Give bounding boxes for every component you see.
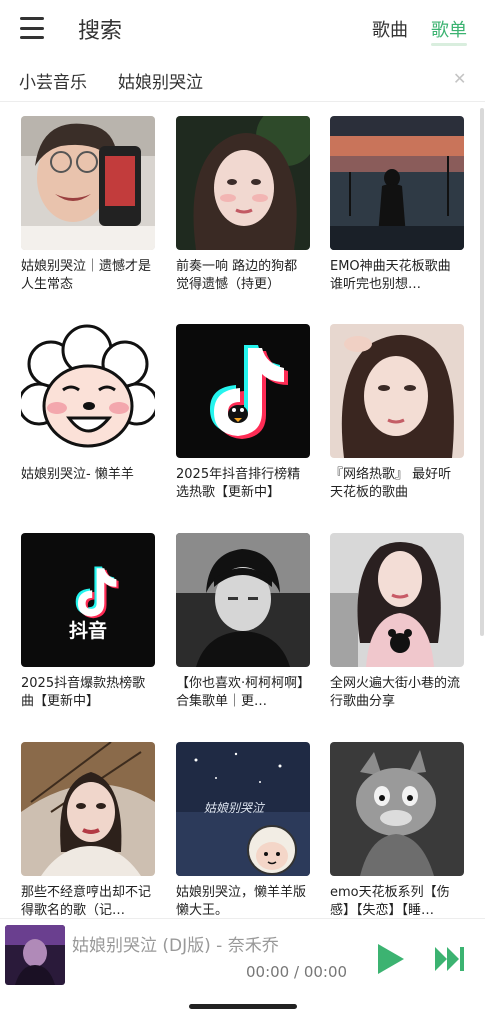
playlist-title: 前奏一响 路边的狗都觉得遗憾（持更）: [176, 259, 298, 292]
tab-songs[interactable]: 歌曲: [372, 16, 408, 42]
playlist-card[interactable]: 姑娘别哭泣｜遗憾才是人生常态: [21, 116, 155, 294]
playlist-cover: [21, 324, 155, 458]
playlist-card[interactable]: 姑娘别哭泣- 懒羊羊: [21, 324, 155, 502]
now-playing-title: 姑娘别哭泣 (DJ版) - 奈禾乔: [72, 936, 279, 956]
playlist-card[interactable]: 抖音 2025抖音爆款热榜歌曲【更新中】: [21, 533, 155, 711]
scrollbar[interactable]: [480, 108, 484, 636]
play-icon[interactable]: [376, 942, 406, 976]
playlist-card[interactable]: 全网火遍大街小巷的流行歌曲分享: [330, 533, 464, 711]
playlist-cover: [330, 324, 464, 458]
playlist-title: 『网络热歌』 最好听天花板的歌曲: [330, 467, 452, 500]
search-source-label[interactable]: 小芸音乐: [19, 68, 87, 93]
playlist-title: EMO神曲天花板歌曲 谁听完也别想…: [330, 259, 451, 292]
playlist-title: 姑娘别哭泣- 懒羊羊: [21, 467, 134, 482]
cover-text: 姑娘别哭泣: [204, 801, 266, 815]
next-track-icon[interactable]: [433, 945, 467, 973]
playlist-title: 全网火遍大街小巷的流行歌曲分享: [330, 676, 461, 709]
tab-playlists[interactable]: 歌单: [431, 16, 467, 42]
playlist-cover: [21, 742, 155, 876]
playlist-title: emo天花板系列【伤感】【失恋】【睡…: [330, 885, 450, 918]
playlist-title: 那些不经意哼出却不记得歌名的歌（记…: [21, 885, 152, 918]
playlist-cover: [330, 116, 464, 250]
menu-icon[interactable]: [20, 17, 44, 39]
playlist-title: 2025年抖音排行榜精选热歌【更新中】: [176, 467, 301, 500]
playlist-cover: [176, 324, 310, 458]
playlist-card[interactable]: EMO神曲天花板歌曲 谁听完也别想…: [330, 116, 464, 294]
cover-text: 抖音: [69, 619, 107, 642]
playlist-card[interactable]: 那些不经意哼出却不记得歌名的歌（记…: [21, 742, 155, 920]
playlist-cover: [21, 116, 155, 250]
playlist-card[interactable]: 2025年抖音排行榜精选热歌【更新中】: [176, 324, 310, 502]
active-tab-indicator: [431, 43, 467, 46]
playlist-cover: [330, 742, 464, 876]
search-bar: 小芸音乐 姑娘别哭泣 ✕: [0, 56, 485, 102]
playlist-card[interactable]: 姑娘别哭泣 姑娘别哭泣，懒羊羊版懒大王。: [176, 742, 310, 920]
playlist-title: 姑娘别哭泣，懒羊羊版懒大王。: [176, 885, 307, 918]
page-title: 搜索: [78, 19, 123, 44]
playlist-title: 【你也喜欢·柯柯柯啊】合集歌单｜更…: [176, 676, 304, 709]
playlist-card[interactable]: 前奏一响 路边的狗都觉得遗憾（持更）: [176, 116, 310, 294]
playlist-cover: [176, 116, 310, 250]
playlist-cover: [330, 533, 464, 667]
search-input[interactable]: 姑娘别哭泣: [118, 68, 203, 93]
playlist-card[interactable]: 【你也喜欢·柯柯柯啊】合集歌单｜更…: [176, 533, 310, 711]
playlist-title: 2025抖音爆款热榜歌曲【更新中】: [21, 676, 146, 709]
app-header: 搜索 歌曲 歌单: [0, 0, 485, 56]
playlist-cover: [176, 533, 310, 667]
playlist-card[interactable]: 『网络热歌』 最好听天花板的歌曲: [330, 324, 464, 502]
now-playing-cover[interactable]: [5, 925, 65, 985]
playlist-title: 姑娘别哭泣｜遗憾才是人生常态: [21, 259, 152, 292]
home-indicator[interactable]: [189, 1004, 297, 1009]
playback-time: 00:00 / 00:00: [246, 963, 348, 981]
playlist-cover: 姑娘别哭泣: [176, 742, 310, 876]
playlist-card[interactable]: emo天花板系列【伤感】【失恋】【睡…: [330, 742, 464, 920]
mini-player[interactable]: 姑娘别哭泣 (DJ版) - 奈禾乔 00:00 / 00:00: [0, 918, 485, 992]
divider: [0, 101, 485, 102]
close-icon[interactable]: ✕: [453, 69, 466, 88]
playlist-cover: 抖音: [21, 533, 155, 667]
